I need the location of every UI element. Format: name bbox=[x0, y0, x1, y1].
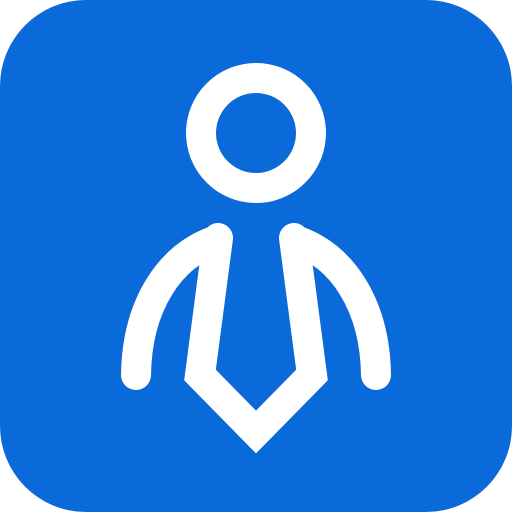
app-icon bbox=[0, 0, 512, 512]
app-icon-canvas bbox=[0, 0, 512, 512]
